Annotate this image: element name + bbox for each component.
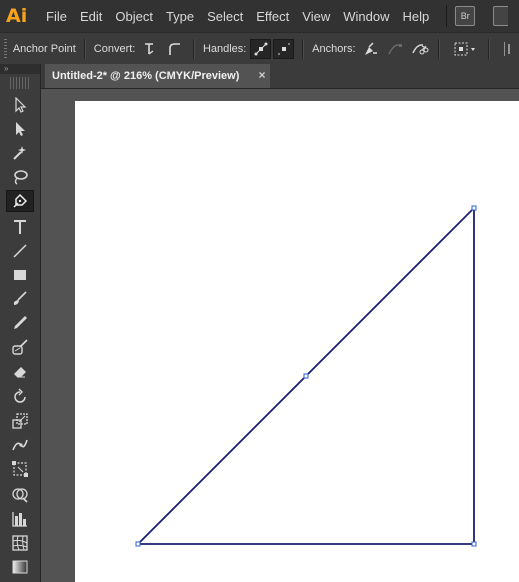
tools-panel-collapse[interactable]: »	[0, 64, 40, 74]
document-tab-title: Untitled-2* @ 216% (CMYK/Preview)	[52, 70, 240, 82]
tools-panel: »	[0, 64, 41, 582]
menu-file[interactable]: File	[46, 9, 67, 24]
handles-label: Handles:	[202, 42, 247, 55]
pen-tool-icon[interactable]	[6, 190, 34, 212]
shape-builder-tool-icon[interactable]	[6, 484, 34, 506]
illustrator-logo: Ai	[6, 5, 28, 27]
control-bar-grip[interactable]	[4, 38, 7, 59]
convert-to-smooth-icon[interactable]	[164, 39, 185, 59]
menu-edit[interactable]: Edit	[80, 9, 102, 24]
type-tool-icon[interactable]	[6, 216, 34, 238]
hide-handles-icon[interactable]	[273, 38, 295, 59]
pencil-tool-icon[interactable]	[6, 312, 34, 334]
document-tab[interactable]: Untitled-2* @ 216% (CMYK/Preview) ×	[45, 64, 270, 88]
isolate-selection-icon[interactable]	[452, 39, 480, 59]
menu-help[interactable]: Help	[402, 9, 429, 24]
magic-wand-tool-icon[interactable]	[6, 142, 34, 164]
free-transform-tool-icon[interactable]	[6, 458, 34, 480]
control-divider	[437, 38, 440, 59]
mesh-tool-icon[interactable]	[6, 532, 34, 554]
canvas-area[interactable]	[41, 89, 519, 582]
menu-window[interactable]: Window	[343, 9, 389, 24]
convert-to-corner-icon[interactable]	[139, 39, 160, 59]
anchor-point-bottom-left[interactable]	[135, 541, 141, 547]
scale-tool-icon[interactable]	[6, 410, 34, 432]
remove-anchor-icon[interactable]	[360, 39, 381, 59]
convert-label: Convert:	[93, 42, 136, 55]
control-divider	[192, 38, 195, 59]
artboard[interactable]	[75, 101, 519, 582]
bridge-secondary-button[interactable]	[493, 6, 509, 26]
width-tool-icon[interactable]	[6, 434, 34, 456]
menu-effect[interactable]: Effect	[256, 9, 289, 24]
blob-brush-tool-icon[interactable]	[6, 336, 34, 358]
artwork-svg[interactable]	[75, 101, 519, 582]
bridge-button[interactable]: Br	[455, 6, 476, 26]
direct-selection-tool-icon[interactable]	[6, 118, 34, 140]
connect-anchors-icon[interactable]	[384, 39, 405, 59]
lasso-tool-icon[interactable]	[6, 166, 34, 188]
selection-tool-icon[interactable]	[6, 94, 34, 116]
cut-path-icon[interactable]	[409, 39, 430, 59]
menubar-divider	[446, 5, 448, 27]
control-divider	[488, 38, 491, 59]
rotate-tool-icon[interactable]	[6, 386, 34, 408]
path-center-point	[303, 373, 309, 379]
menu-type[interactable]: Type	[166, 9, 194, 24]
anchor-point-bottom-right[interactable]	[471, 541, 477, 547]
menu-view[interactable]: View	[302, 9, 330, 24]
menu-object[interactable]: Object	[115, 9, 153, 24]
rectangle-tool-icon[interactable]	[6, 264, 34, 286]
menu-bar: Ai File Edit Object Type Select Effect V…	[0, 0, 519, 32]
anchor-point-label: Anchor Point	[12, 42, 76, 55]
control-divider	[83, 38, 86, 59]
control-divider	[302, 38, 305, 59]
menu-select[interactable]: Select	[207, 9, 243, 24]
anchors-label: Anchors:	[312, 42, 356, 55]
show-handles-icon[interactable]	[250, 38, 272, 59]
control-panel-menu-icon[interactable]	[498, 39, 519, 59]
anchor-point-top-right[interactable]	[471, 205, 477, 211]
control-bar: Anchor Point Convert: Handles: Anchors:	[0, 32, 519, 65]
tools-panel-grip[interactable]	[10, 77, 30, 89]
eraser-tool-icon[interactable]	[6, 360, 34, 382]
graph-tool-icon[interactable]	[6, 508, 34, 530]
close-icon[interactable]: ×	[256, 69, 268, 81]
gradient-tool-icon[interactable]	[6, 556, 34, 578]
line-segment-tool-icon[interactable]	[6, 240, 34, 262]
paintbrush-tool-icon[interactable]	[6, 288, 34, 310]
document-tab-bar: Untitled-2* @ 216% (CMYK/Preview) ×	[41, 64, 519, 89]
